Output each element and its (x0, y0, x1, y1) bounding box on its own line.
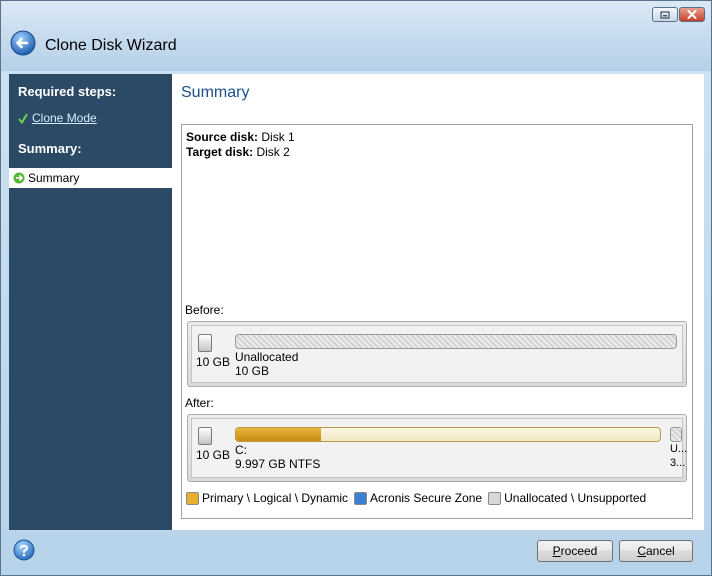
content-pane: Summary Source disk: Disk 1 Target disk:… (172, 74, 704, 530)
close-button[interactable] (679, 7, 705, 22)
after-partition-name: C: (235, 443, 247, 457)
summary-heading: Summary: (18, 141, 82, 156)
before-partition-name: Unallocated (235, 350, 299, 364)
legend-item-unallocated: Unallocated \ Unsupported (488, 491, 646, 505)
checkmark-icon (18, 112, 28, 124)
before-partition-unallocated[interactable]: Unallocated 10 GB (233, 334, 679, 378)
summary-step-label: Summary (28, 171, 80, 185)
minimize-icon (660, 10, 670, 19)
close-icon (687, 10, 697, 19)
after-partition-size: 9.997 GB NTFS (235, 457, 321, 471)
help-icon[interactable] (13, 539, 35, 561)
sidebar-item-clone-mode[interactable]: Clone Mode (18, 111, 97, 125)
minimize-button[interactable] (652, 7, 678, 22)
legend-swatch-secure-zone (354, 491, 368, 505)
target-disk-value: Disk 2 (256, 145, 290, 159)
after-partition-unallocated[interactable]: U... 3... (670, 427, 688, 469)
wizard-sidebar: Required steps: Clone Mode Summary: Summ… (9, 74, 172, 530)
after-disk-inner: 10 GB C: 9.997 GB NTFS U... 3... (191, 418, 688, 478)
back-arrow-icon[interactable] (10, 30, 36, 56)
target-disk-label: Target disk: (186, 145, 254, 159)
disk-icon (198, 427, 212, 445)
before-disk-inner: 10 GB Unallocated 10 GB (191, 325, 683, 383)
window-controls (652, 7, 705, 22)
before-disk-size: 10 GB (196, 355, 231, 369)
target-disk-line: Target disk: Disk 2 (186, 145, 290, 159)
source-disk-label: Source disk: (186, 130, 259, 144)
source-disk-value: Disk 1 (261, 130, 295, 144)
cancel-label: ancel (645, 544, 675, 558)
after-disk-panel: 10 GB C: 9.997 GB NTFS U... 3... (187, 414, 687, 482)
primary-partition-bar (235, 427, 661, 442)
unallocated-bar (235, 334, 677, 349)
after-partition-c[interactable]: C: 9.997 GB NTFS (233, 427, 663, 471)
legend-swatch-unallocated (488, 491, 502, 505)
before-disk-panel: 10 GB Unallocated 10 GB (187, 321, 687, 387)
cancel-hotkey: C (637, 544, 646, 558)
clone-disk-wizard-window: Clone Disk Wizard Required steps: Clone … (0, 0, 712, 576)
title-bar: Clone Disk Wizard (1, 1, 711, 71)
legend-swatch-primary (186, 491, 199, 505)
summary-box: Source disk: Disk 1 Target disk: Disk 2 … (181, 124, 693, 519)
tiny-unallocated-bar (670, 427, 682, 442)
proceed-button[interactable]: Proceed (537, 540, 613, 562)
proceed-hotkey: P (552, 544, 561, 558)
after-disk-size: 10 GB (196, 448, 231, 462)
disk-icon (198, 334, 212, 352)
wizard-footer: Proceed Cancel (1, 530, 711, 575)
legend-label-unallocated: Unallocated \ Unsupported (504, 491, 647, 505)
after-trailing-size: 3... (670, 457, 686, 469)
window-title: Clone Disk Wizard (45, 37, 177, 54)
cancel-button[interactable]: Cancel (619, 540, 693, 562)
primary-partition-fill (236, 428, 321, 441)
source-disk-line: Source disk: Disk 1 (186, 130, 295, 144)
proceed-label: roceed (560, 544, 598, 558)
partition-legend: Primary \ Logical \ Dynamic Acronis Secu… (186, 491, 652, 505)
before-partition-size: 10 GB (235, 364, 270, 378)
legend-item-secure-zone: Acronis Secure Zone (354, 491, 482, 505)
page-title: Summary (181, 84, 250, 101)
required-steps-heading: Required steps: (18, 84, 117, 99)
legend-label-secure-zone: Acronis Secure Zone (370, 491, 483, 505)
after-label: After: (185, 396, 214, 410)
legend-label-primary: Primary \ Logical \ Dynamic (202, 491, 349, 505)
legend-item-primary: Primary \ Logical \ Dynamic (186, 491, 348, 505)
before-label: Before: (185, 303, 224, 317)
clone-mode-link[interactable]: Clone Mode (32, 111, 97, 125)
arrow-right-icon (13, 172, 25, 184)
sidebar-item-summary[interactable]: Summary (9, 168, 172, 188)
after-trailing-name: U... (670, 443, 688, 455)
